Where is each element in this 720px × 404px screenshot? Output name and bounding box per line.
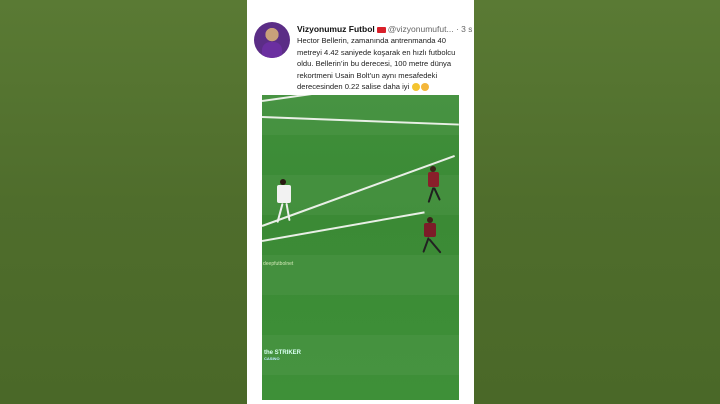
background-right-panel (474, 0, 720, 404)
tweet-card[interactable]: Vizyonumuz Futbol @vizyonumufut... · 3 sn… (247, 0, 474, 404)
author-handle[interactable]: @vizyonumufut... (388, 24, 454, 34)
tweet-body: Hector Bellerin, zamanında antrenmanda 4… (297, 35, 469, 93)
logo-line-3: CASINO (264, 356, 280, 361)
player-red-1 (422, 166, 452, 208)
crying-face-emoji-icon (412, 83, 421, 91)
watermark-text: deepfutbolnet (263, 261, 294, 267)
author-name[interactable]: Vizyonumuz Futbol (297, 24, 375, 34)
grinning-sweat-emoji-icon (421, 83, 430, 91)
background-left-panel (0, 0, 247, 404)
tweet-text: Hector Bellerin, zamanında antrenmanda 4… (297, 36, 456, 91)
tweet-timestamp[interactable]: 3 sn (461, 24, 472, 34)
separator-dot: · (455, 24, 459, 34)
turkey-flag-icon (376, 26, 386, 33)
tweet-header: Vizyonumuz Futbol @vizyonumufut... · 3 sn (297, 23, 472, 35)
player-white (270, 179, 300, 229)
video-player[interactable]: deepfutbolnet the STRIKER CASINO (262, 95, 459, 400)
pitch-stripe (262, 95, 459, 135)
player-red-2 (417, 217, 455, 257)
avatar[interactable] (254, 22, 290, 58)
broadcast-logo: the STRIKER CASINO (264, 350, 301, 362)
